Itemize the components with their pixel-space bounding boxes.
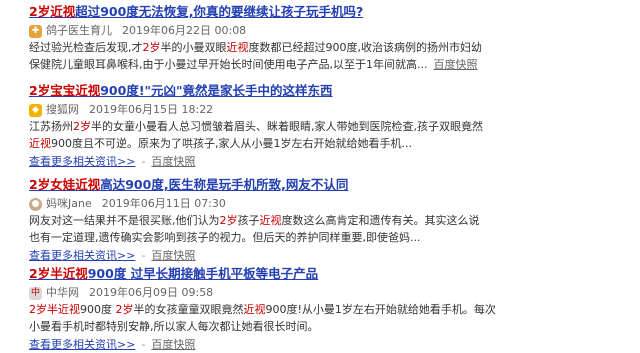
title-highlight: 近视 xyxy=(75,177,101,192)
result-title-link[interactable]: 2岁近视超过900度无法恢复,你真的要继续让孩子玩手机吗? xyxy=(29,4,619,20)
source-name: 鸽子医生育儿 xyxy=(46,24,112,37)
title-text: 900度 过早长期接触手机平板等电子产品 xyxy=(87,266,319,281)
publish-date: 2019年06月11日 07:30 xyxy=(101,197,226,210)
title-highlight: 半 xyxy=(50,266,63,281)
result-abstract: 网友对这一结果并不是很买账,他们认为2岁孩子近视度数这么高肯定和遗传有关。其实这… xyxy=(29,212,619,246)
abstract-highlight: 近视 xyxy=(243,303,266,316)
abstract-text: 900度 xyxy=(80,303,116,316)
title-highlight: 近视 xyxy=(75,83,101,98)
china-icon: 中 xyxy=(29,286,42,300)
abstract-text: 半的女孩童童双眼竟然 xyxy=(133,303,244,316)
title-text: 900度!"元凶"竟然是家长手中的这样东西 xyxy=(100,83,333,98)
abstract-text: 孩子 xyxy=(237,214,260,227)
result-meta: ✚ 鸽子医生育儿 2019年06月22日 00:08 xyxy=(29,23,619,39)
title-highlight: 2岁 xyxy=(29,83,51,98)
title-highlight: 2岁 xyxy=(29,177,51,192)
abstract-text: 也有一定道理,遗传确实会影响到孩子的视力。但后天的养护同样重要,即使爸妈... xyxy=(29,231,421,244)
result-links: 查看更多相关资讯>> - 百度快照 xyxy=(29,337,619,353)
abstract-highlight: 2岁 xyxy=(29,303,47,316)
snapshot-link[interactable]: 百度快照 xyxy=(151,155,195,168)
abstract-highlight: 2岁 xyxy=(142,41,161,54)
result-title-link[interactable]: 2岁宝宝近视900度!"元凶"竟然是家长手中的这样东西 xyxy=(29,83,619,99)
abstract-text: 保健院儿童眼耳鼻喉科,由于小曼过早开始长时间使用电子产品,以至于1年间就高... xyxy=(29,58,428,71)
divider: - xyxy=(141,155,146,168)
more-news-link[interactable]: 查看更多相关资讯>> xyxy=(29,249,135,262)
abstract-text: 经过验光检查后发现,才 xyxy=(29,41,143,54)
result-title-link[interactable]: 2岁女娃近视高达900度,医生称是玩手机所致,网友不认同 xyxy=(29,177,619,193)
abstract-text: 度数都已经超过900度,收治该病例的扬州市妇幼 xyxy=(248,41,483,54)
result-item: 2岁近视超过900度无法恢复,你真的要继续让孩子玩手机吗? ✚ 鸽子医生育儿 2… xyxy=(29,4,619,73)
result-abstract: 2岁半近视900度 2岁半的女孩童童双眼竟然近视900度!从小曼1岁左右开始就给… xyxy=(29,301,619,335)
publish-date: 2019年06月22日 00:08 xyxy=(122,24,247,37)
source-name: 中华网 xyxy=(46,286,79,299)
hospital-icon: ✚ xyxy=(29,24,42,38)
abstract-highlight: 近视 xyxy=(226,41,249,54)
title-highlight: 2岁 xyxy=(29,266,51,281)
source-name: 搜狐网 xyxy=(46,103,79,116)
result-item: 2岁宝宝近视900度!"元凶"竟然是家长手中的这样东西 ◆ 搜狐网 2019年0… xyxy=(29,83,619,170)
abstract-text: 小曼看手机时都特别安静,所以家人每次都让她看很长时间。 xyxy=(29,320,319,333)
abstract-text: 半的女童小曼看人总习惯皱着眉头、眯着眼睛,家人带她到医院检查,孩子双眼竟然 xyxy=(91,120,483,133)
result-links: 查看更多相关资讯>> - 百度快照 xyxy=(29,248,619,264)
search-results: 2岁近视超过900度无法恢复,你真的要继续让孩子玩手机吗? ✚ 鸽子医生育儿 2… xyxy=(0,0,640,352)
source-name: 妈咪Jane xyxy=(46,197,92,210)
snapshot-link[interactable]: 百度快照 xyxy=(433,58,477,71)
abstract-text: 900度且不可逆。原来为了哄孩子,家人从小曼1岁左右开始就给她看手机... xyxy=(51,137,412,150)
abstract-text: 江苏扬州 xyxy=(29,120,73,133)
title-highlight: 近视 xyxy=(50,4,76,19)
abstract-highlight: 2岁 xyxy=(73,120,91,133)
result-meta: ◆ 搜狐网 2019年06月15日 18:22 xyxy=(29,102,619,118)
abstract-highlight: 近视 xyxy=(29,137,51,150)
publish-date: 2019年06月09日 09:58 xyxy=(89,286,214,299)
abstract-text: 网友对这一结果并不是很买账,他们认为 xyxy=(29,214,220,227)
abstract-highlight: 近视 xyxy=(259,214,282,227)
more-news-link[interactable]: 查看更多相关资讯>> xyxy=(29,338,135,351)
publish-date: 2019年06月15日 18:22 xyxy=(89,103,214,116)
result-item: 2岁半近视900度 过早长期接触手机平板等电子产品 中 中华网 2019年06月… xyxy=(29,266,619,353)
more-news-link[interactable]: 查看更多相关资讯>> xyxy=(29,155,135,168)
avatar-icon: ● xyxy=(29,197,42,211)
divider: - xyxy=(141,338,146,351)
result-meta: 中 中华网 2019年06月09日 09:58 xyxy=(29,285,619,301)
result-abstract: 经过验光检查后发现,才2岁半的小曼双眼近视度数都已经超过900度,收治该病例的扬… xyxy=(29,39,619,73)
title-highlight: 近视 xyxy=(62,266,88,281)
snapshot-link[interactable]: 百度快照 xyxy=(151,249,195,262)
result-meta: ● 妈咪Jane 2019年06月11日 07:30 xyxy=(29,196,619,212)
divider: - xyxy=(141,249,146,262)
title-text: 超过900度无法恢复,你真的要继续让孩子玩手机吗? xyxy=(75,4,364,19)
abstract-text: 半的小曼双眼 xyxy=(160,41,227,54)
abstract-highlight: 2岁 xyxy=(115,303,134,316)
result-links: 查看更多相关资讯>> - 百度快照 xyxy=(29,154,619,170)
abstract-highlight: 近视 xyxy=(58,303,80,316)
snapshot-link[interactable]: 百度快照 xyxy=(151,338,195,351)
abstract-text: 度数这么高肯定和遗传有关。其实这么说 xyxy=(281,214,480,227)
abstract-highlight: 2岁 xyxy=(219,214,238,227)
title-highlight: 宝宝 xyxy=(50,83,76,98)
title-highlight: 女娃 xyxy=(50,177,76,192)
sohu-icon: ◆ xyxy=(29,103,42,117)
title-text: 高达900度,医生称是玩手机所致,网友不认同 xyxy=(100,177,349,192)
abstract-text: 900度!从小曼1岁左右开始就给她看手机。每次 xyxy=(265,303,496,316)
result-item: 2岁女娃近视高达900度,医生称是玩手机所致,网友不认同 ● 妈咪Jane 20… xyxy=(29,177,619,264)
title-highlight: 2岁 xyxy=(29,4,51,19)
result-abstract: 江苏扬州2岁半的女童小曼看人总习惯皱着眉头、眯着眼睛,家人带她到医院检查,孩子双… xyxy=(29,118,619,152)
abstract-highlight: 半 xyxy=(47,303,58,316)
result-title-link[interactable]: 2岁半近视900度 过早长期接触手机平板等电子产品 xyxy=(29,266,619,282)
